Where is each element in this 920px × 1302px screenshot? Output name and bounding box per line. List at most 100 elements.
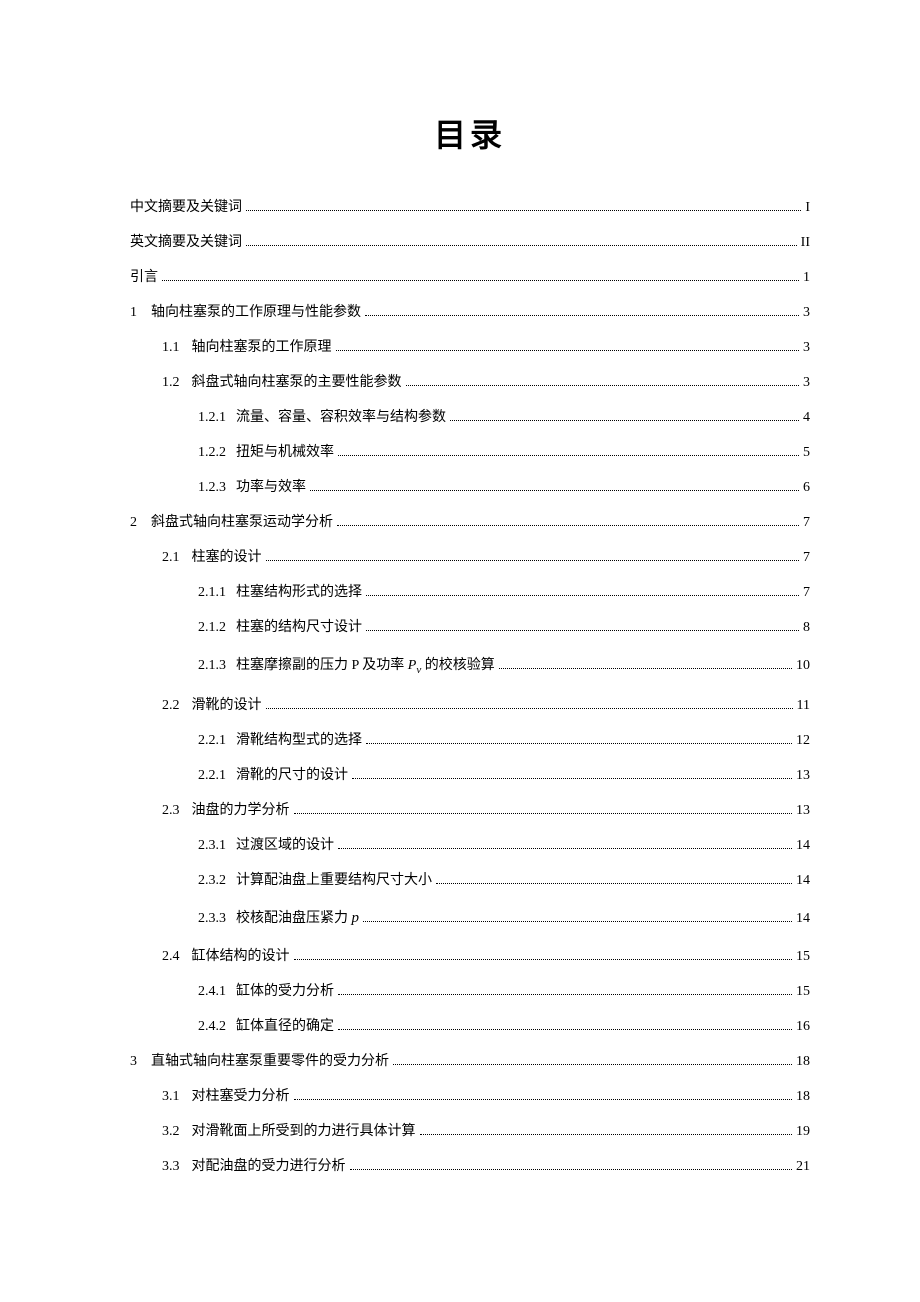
- toc-leader-dots: [393, 1064, 792, 1065]
- toc-number: 2.3.1: [198, 838, 226, 853]
- toc-label: 2.4 缸体结构的设计: [162, 945, 290, 965]
- toc-label: 1轴向柱塞泵的工作原理与性能参数: [130, 301, 361, 321]
- toc-page-number: 7: [803, 550, 810, 566]
- toc-label: 3.1对柱塞受力分析: [162, 1085, 290, 1105]
- toc-page-number: 5: [803, 445, 810, 461]
- toc-leader-dots: [436, 883, 792, 884]
- toc-entry: 引言1: [130, 266, 810, 286]
- toc-label: 3.3对配油盘的受力进行分析: [162, 1155, 346, 1175]
- toc-page-number: 6: [803, 480, 810, 496]
- toc-leader-dots: [499, 668, 792, 669]
- toc-page-number: II: [801, 235, 810, 251]
- toc-label: 1.2.3功率与效率: [198, 476, 306, 496]
- toc-number: 1.2.3: [198, 480, 226, 495]
- toc-text: 轴向柱塞泵的工作原理: [192, 340, 332, 355]
- page-title: 目录: [130, 110, 810, 156]
- toc-entry: 2.1.2柱塞的结构尺寸设计 8: [130, 616, 810, 636]
- toc-page-number: 8: [803, 620, 810, 636]
- toc-text: 缸体结构的设计: [192, 949, 290, 964]
- toc-text: 轴向柱塞泵的工作原理与性能参数: [151, 305, 361, 320]
- toc-text: 过渡区域的设计: [236, 838, 334, 853]
- toc-label: 1.2.2扭矩与机械效率: [198, 441, 334, 461]
- toc-number: 2.1.1: [198, 585, 226, 600]
- toc-leader-dots: [366, 595, 799, 596]
- toc-number: 2.1.3: [198, 658, 226, 673]
- toc-page-number: 12: [796, 733, 810, 749]
- toc-text: 缸体直径的确定: [236, 1019, 334, 1034]
- toc-page-number: 7: [803, 515, 810, 531]
- toc-page-number: 1: [803, 270, 810, 286]
- toc-page-number: 15: [796, 984, 810, 1000]
- toc-text: 扭矩与机械效率: [236, 445, 334, 460]
- toc-text: 直轴式轴向柱塞泵重要零件的受力分析: [151, 1054, 389, 1069]
- toc-page-number: 13: [796, 803, 810, 819]
- toc-number: 2.1: [162, 550, 180, 565]
- toc-label: 2.3.1 过渡区域的设计: [198, 834, 334, 854]
- toc-page-number: 3: [803, 305, 810, 321]
- toc-entry: 2.1.3柱塞摩擦副的压力 P 及功率 Pv 的校核验算10: [130, 654, 810, 676]
- toc-leader-dots: [246, 245, 797, 246]
- toc-page-number: 16: [796, 1019, 810, 1035]
- toc-text: 油盘的力学分析: [192, 803, 290, 818]
- toc-number: 3.1: [162, 1089, 180, 1104]
- toc-page-number: 11: [797, 698, 810, 714]
- toc-entry: 3直轴式轴向柱塞泵重要零件的受力分析18: [130, 1050, 810, 1070]
- toc-label: 2斜盘式轴向柱塞泵运动学分析: [130, 511, 333, 531]
- toc-text: 缸体的受力分析: [236, 984, 334, 999]
- toc-page-number: 4: [803, 410, 810, 426]
- toc-number: 2.4.2: [198, 1019, 226, 1034]
- toc-leader-dots: [352, 778, 792, 779]
- toc-leader-dots: [266, 560, 800, 561]
- toc-entry: 3.2对滑靴面上所受到的力进行具体计算19: [130, 1120, 810, 1140]
- toc-page-number: 14: [796, 873, 810, 889]
- toc-label: 1.2.1流量、容量、容积效率与结构参数: [198, 406, 446, 426]
- toc-number: 2.3.3: [198, 911, 226, 926]
- toc-leader-dots: [365, 315, 799, 316]
- toc-label: 2.2滑靴的设计: [162, 694, 262, 714]
- toc-page-number: 3: [803, 375, 810, 391]
- toc-leader-dots: [246, 210, 801, 211]
- toc-label: 2.2.1 滑靴的尺寸的设计: [198, 764, 348, 784]
- toc-entry: 2.3.2计算配油盘上重要结构尺寸大小14: [130, 869, 810, 889]
- toc-label: 3.2对滑靴面上所受到的力进行具体计算: [162, 1120, 416, 1140]
- toc-entry: 2.3 油盘的力学分析 13: [130, 799, 810, 819]
- toc-leader-dots: [338, 1029, 792, 1030]
- toc-entry: 1.2.2扭矩与机械效率 5: [130, 441, 810, 461]
- toc-entry: 1.2斜盘式轴向柱塞泵的主要性能参数3: [130, 371, 810, 391]
- toc-number: 2.2.1: [198, 768, 226, 783]
- toc-leader-dots: [337, 525, 799, 526]
- toc-page-number: 7: [803, 585, 810, 601]
- toc-leader-dots: [363, 921, 792, 922]
- toc-number: 2.4: [162, 949, 180, 964]
- toc-label: 2.3.3校核配油盘压紧力 p: [198, 907, 359, 927]
- toc-text: 计算配油盘上重要结构尺寸大小: [236, 873, 432, 888]
- toc-leader-dots: [294, 1099, 793, 1100]
- toc-leader-dots: [366, 630, 799, 631]
- toc-leader-dots: [294, 813, 793, 814]
- toc-label: 2.1.2柱塞的结构尺寸设计: [198, 616, 362, 636]
- toc-text-suffix: Pv 的校核验算: [408, 658, 495, 673]
- toc-text: 柱塞结构形式的选择: [236, 585, 362, 600]
- toc-page-number: 14: [796, 838, 810, 854]
- toc-number: 2.3: [162, 803, 180, 818]
- toc-leader-dots: [338, 455, 799, 456]
- toc-leader-dots: [420, 1134, 793, 1135]
- toc-leader-dots: [336, 350, 800, 351]
- toc-text: 流量、容量、容积效率与结构参数: [236, 410, 446, 425]
- toc-entry: 中文摘要及关键词I: [130, 196, 810, 216]
- toc-text: 柱塞的设计: [192, 550, 262, 565]
- toc-leader-dots: [406, 385, 800, 386]
- toc-entry: 2.3.1 过渡区域的设计 14: [130, 834, 810, 854]
- toc-entry: 2斜盘式轴向柱塞泵运动学分析 7: [130, 511, 810, 531]
- toc-text: 滑靴的尺寸的设计: [236, 768, 348, 783]
- toc-text: 中文摘要及关键词: [130, 200, 242, 215]
- toc-leader-dots: [338, 848, 792, 849]
- toc-label: 中文摘要及关键词: [130, 196, 242, 216]
- toc-page-number: 14: [796, 911, 810, 927]
- toc-page-number: 10: [796, 658, 810, 674]
- toc-entry: 1.1轴向柱塞泵的工作原理3: [130, 336, 810, 356]
- toc-entry: 3.1对柱塞受力分析18: [130, 1085, 810, 1105]
- toc-label: 2.4.1缸体的受力分析: [198, 980, 334, 1000]
- toc-entry: 2.2.1滑靴的尺寸的设计13: [130, 764, 810, 784]
- toc-text: 滑靴结构型式的选择: [236, 733, 362, 748]
